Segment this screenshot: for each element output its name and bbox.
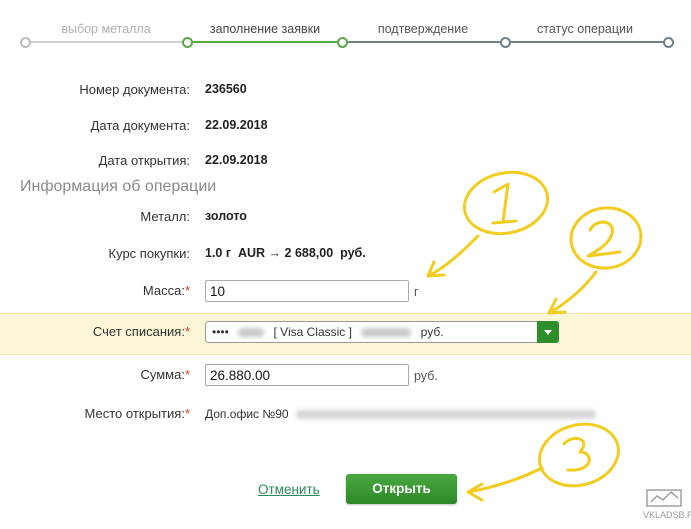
blurred-balance xyxy=(361,328,412,338)
step-dot-2 xyxy=(182,37,193,48)
step-dot-3 xyxy=(337,37,348,48)
annotation-circle-3 xyxy=(538,422,620,488)
account-currency: руб. xyxy=(420,325,444,339)
metal-label: Металл: xyxy=(140,209,190,224)
place-value: Доп.офис №90 xyxy=(205,407,596,421)
blurred-account-number xyxy=(238,328,265,338)
cancel-link[interactable]: Отменить xyxy=(258,482,320,497)
blurred-address xyxy=(295,410,596,420)
annotation-circle-1 xyxy=(462,170,550,236)
open-button[interactable]: Открыть xyxy=(346,474,457,504)
annotation-arrow-1 xyxy=(426,234,480,278)
required-mark: * xyxy=(184,324,190,339)
step-label-fill-application[interactable]: заполнение заявки xyxy=(210,22,320,36)
account-select[interactable]: •••• [ Visa Classic ] руб. xyxy=(205,321,559,343)
document-date-value: 22.09.2018 xyxy=(205,118,268,132)
mass-label: Масса:* xyxy=(143,283,190,298)
step-dot-1 xyxy=(20,37,31,48)
open-date-value: 22.09.2018 xyxy=(205,153,268,167)
rate-value: 1.0 г AUR → 2 688,00 руб. xyxy=(205,246,366,260)
step-dot-end xyxy=(663,37,674,48)
operation-section-title: Информация об операции xyxy=(20,178,217,195)
annotation-arrow-3 xyxy=(466,466,544,502)
place-label: Место открытия:* xyxy=(85,406,190,421)
watermark-logo-icon xyxy=(646,489,682,507)
rate-label: Курс покупки: xyxy=(108,246,190,261)
document-number-value: 236560 xyxy=(205,82,247,96)
required-mark: * xyxy=(184,406,190,421)
progress-stepper: выбор металла заполнение заявки подтверж… xyxy=(0,0,691,60)
account-label-text: Счет списания: xyxy=(92,324,185,339)
account-card-type: [ Visa Classic ] xyxy=(273,325,352,339)
metal-value: золото xyxy=(205,209,247,223)
place-office-number: Доп.офис №90 xyxy=(205,407,289,421)
stepper-line-active xyxy=(187,41,342,43)
place-label-text: Место открытия: xyxy=(84,406,185,421)
stepper-line-done xyxy=(25,41,187,43)
annotation-arrow-2 xyxy=(547,270,598,315)
step-label-confirmation[interactable]: подтверждение xyxy=(378,22,468,36)
sum-input[interactable]: 26.880.00 xyxy=(205,364,409,386)
account-label: Счет списания:* xyxy=(93,324,190,339)
chevron-down-icon[interactable] xyxy=(537,321,559,343)
mass-unit: г xyxy=(414,285,419,299)
step-label-select-metal[interactable]: выбор металла xyxy=(61,22,150,36)
document-date-label: Дата документа: xyxy=(90,118,190,133)
mass-input-value: 10 xyxy=(210,284,226,299)
document-number-label: Номер документа: xyxy=(79,82,190,97)
sum-label-text: Сумма: xyxy=(140,367,185,382)
sum-unit: руб. xyxy=(414,369,438,383)
annotation-overlay xyxy=(426,170,643,502)
step-dot-4 xyxy=(500,37,511,48)
required-mark: * xyxy=(184,283,190,298)
sum-input-value: 26.880.00 xyxy=(210,368,271,383)
open-date-label: Дата открытия: xyxy=(98,153,190,168)
required-mark: * xyxy=(184,367,190,382)
mass-input[interactable]: 10 xyxy=(205,280,409,302)
watermark-text: VKLADSB.RU xyxy=(643,510,691,520)
sum-label: Сумма:* xyxy=(140,367,190,382)
account-masked-prefix: •••• xyxy=(212,325,229,339)
mass-label-text: Масса: xyxy=(142,283,185,298)
step-label-operation-status[interactable]: статус операции xyxy=(537,22,633,36)
annotation-circle-2 xyxy=(569,206,643,270)
account-select-text: •••• [ Visa Classic ] руб. xyxy=(212,322,444,342)
